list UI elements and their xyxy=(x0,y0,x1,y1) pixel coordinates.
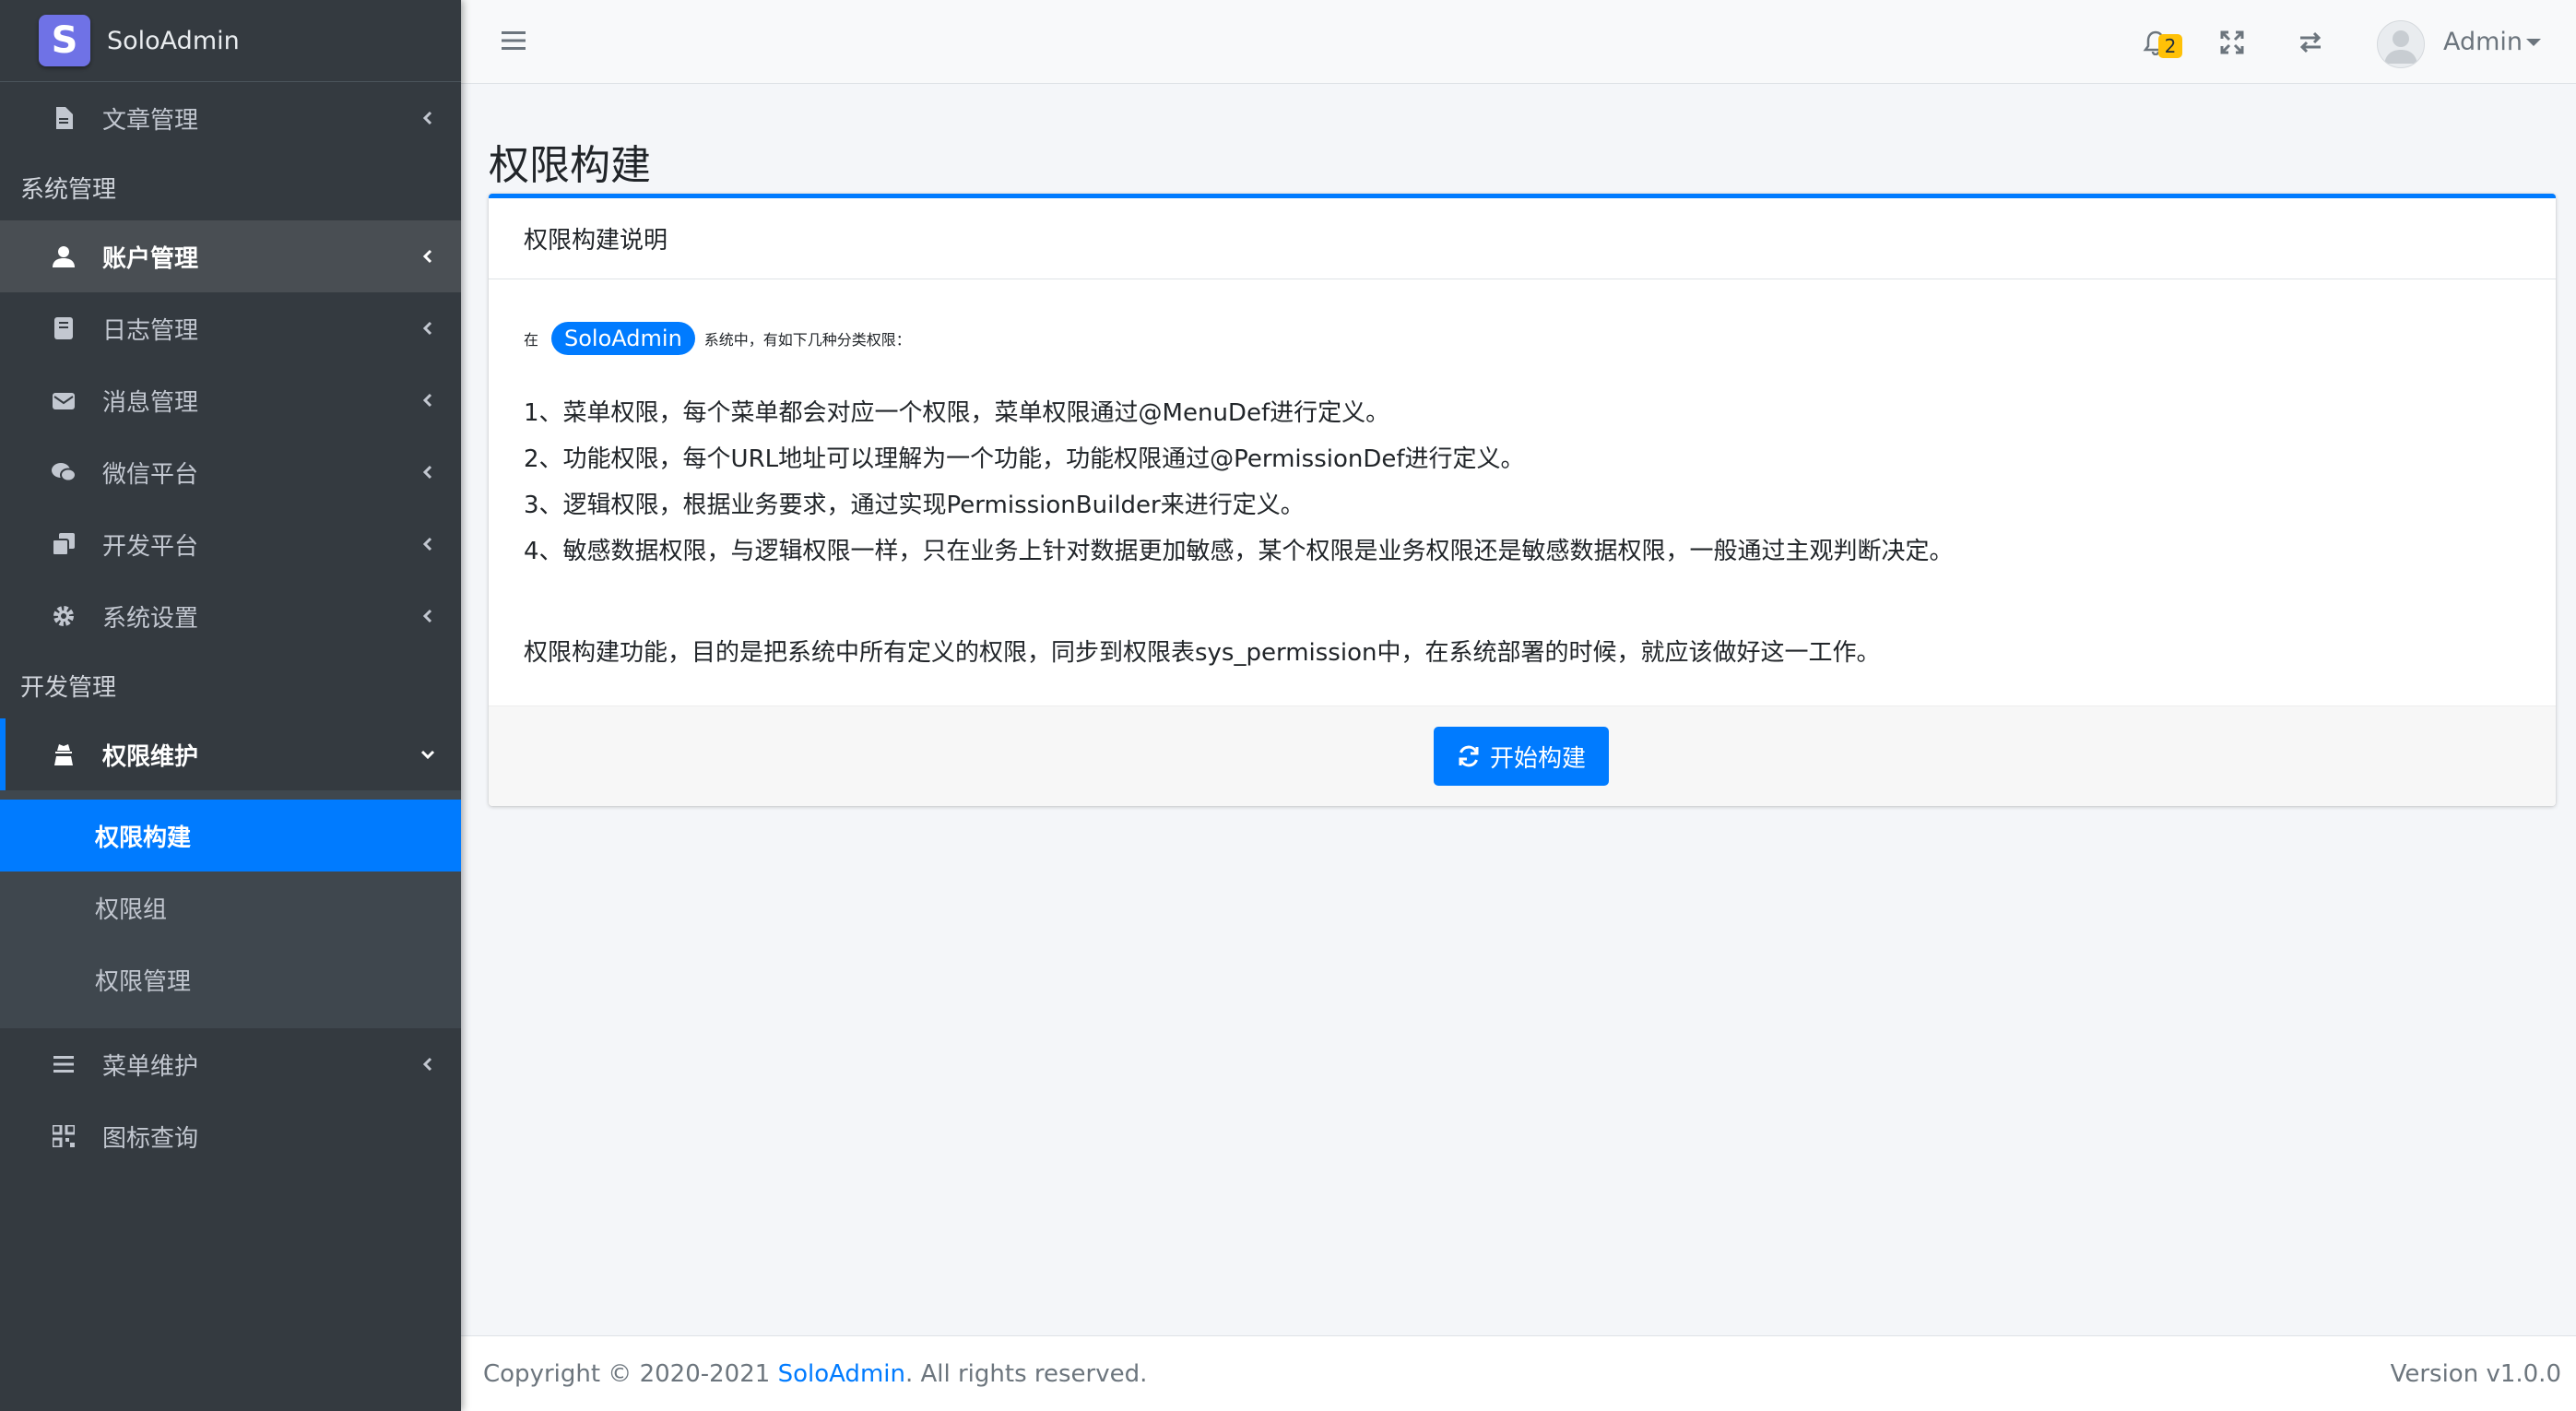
permission-build-card: 权限构建说明 在 SoloAdmin 系统中，有如下几种分类权限： 1、菜单权限… xyxy=(489,194,2556,806)
sidebar: S SoloAdmin 文章管理 系统管理 账户管理 日志管理 消息管理 微信平… xyxy=(0,0,461,1411)
chevron-down-icon xyxy=(420,750,435,760)
copyright-suffix: . All rights reserved. xyxy=(904,1360,1148,1388)
user-name: Admin xyxy=(2443,28,2523,56)
top-navbar xyxy=(461,0,2576,84)
sidebar-item-label: 账户管理 xyxy=(102,244,199,273)
brand-name: SoloAdmin xyxy=(107,26,240,55)
sidebar-item-account[interactable]: 账户管理 xyxy=(0,220,461,292)
sidebar-item-label: 微信平台 xyxy=(102,460,199,489)
intro-prefix: 在 xyxy=(524,331,539,349)
chevron-left-icon xyxy=(422,111,432,125)
sidebar-item-label: 消息管理 xyxy=(102,388,199,417)
sidebar-item-icon[interactable]: 图标查询 xyxy=(0,1100,461,1172)
exchange-icon[interactable] xyxy=(2298,30,2323,55)
mail-bulk-icon xyxy=(51,387,77,413)
sidebar-item-settings[interactable]: 系统设置 xyxy=(0,580,461,652)
rule-menu: 1、菜单权限，每个菜单都会对应一个权限，菜单权限通过@MenuDef进行定义。 xyxy=(524,399,1390,427)
notification-badge: 2 xyxy=(2158,34,2182,58)
rule-function: 2、功能权限，每个URL地址可以理解为一个功能，功能权限通过@Permissio… xyxy=(524,445,1525,473)
page-title: 权限构建 xyxy=(489,142,651,190)
sidebar-item-permission[interactable]: 权限维护 xyxy=(0,718,461,790)
book-icon xyxy=(51,315,77,341)
sidebar-item-menu[interactable]: 菜单维护 xyxy=(0,1028,461,1100)
page-footer: Copyright © 2020-2021 SoloAdmin. All rig… xyxy=(461,1335,2576,1411)
card-title: 权限构建说明 xyxy=(489,198,2556,279)
caret-down-icon xyxy=(2526,39,2541,46)
sidebar-subitem-manage[interactable]: 权限管理 xyxy=(0,943,461,1015)
sidebar-subitem-build[interactable]: 权限构建 xyxy=(0,800,461,872)
gear-icon xyxy=(51,603,77,629)
active-indicator xyxy=(0,718,6,790)
sidebar-subitem-group[interactable]: 权限组 xyxy=(0,872,461,943)
chevron-left-icon xyxy=(422,321,432,336)
sidebar-item-wechat[interactable]: 微信平台 xyxy=(0,436,461,508)
sidebar-item-log[interactable]: 日志管理 xyxy=(0,292,461,364)
sidebar-item-message[interactable]: 消息管理 xyxy=(0,364,461,436)
chevron-left-icon xyxy=(422,537,432,551)
brand[interactable]: S SoloAdmin xyxy=(0,0,461,82)
sidebar-item-label: 系统设置 xyxy=(102,604,199,633)
copyright-link[interactable]: SoloAdmin xyxy=(778,1360,905,1388)
start-build-label: 开始构建 xyxy=(1489,744,1586,773)
user-secret-icon xyxy=(51,741,77,767)
clone-icon xyxy=(51,531,77,557)
chevron-left-icon xyxy=(422,465,432,480)
chevron-left-icon xyxy=(422,393,432,408)
permission-subnav: 权限构建 权限组 权限管理 xyxy=(0,790,461,1028)
rule-sensitive: 4、敏感数据权限，与逻辑权限一样，只在业务上针对数据更加敏感，某个权限是业务权限… xyxy=(524,538,1954,565)
intro-suffix: 系统中，有如下几种分类权限： xyxy=(703,331,911,349)
wechat-icon xyxy=(51,459,77,485)
chevron-left-icon xyxy=(422,609,432,623)
rule-logic: 3、逻辑权限，根据业务要求，通过实现PermissionBuilder来进行定义… xyxy=(524,492,1305,519)
chevron-left-icon xyxy=(422,1057,432,1072)
chevron-left-icon xyxy=(422,249,432,264)
summary-text: 权限构建功能，目的是把系统中所有定义的权限，同步到权限表sys_permissi… xyxy=(524,639,1881,667)
card-footer: 开始构建 xyxy=(489,706,2556,806)
copyright-prefix: Copyright © 2020-2021 xyxy=(483,1360,771,1388)
nav-header-dev: 开发管理 xyxy=(20,673,117,702)
avatar xyxy=(2377,20,2425,68)
sidebar-item-label: 图标查询 xyxy=(102,1124,199,1153)
brand-logo: S xyxy=(39,15,90,66)
soloadmin-badge: SoloAdmin xyxy=(551,322,695,355)
start-build-button[interactable]: 开始构建 xyxy=(1434,727,1609,786)
sidebar-item-label: 菜单维护 xyxy=(102,1052,199,1081)
copyright: Copyright © 2020-2021 SoloAdmin. All rig… xyxy=(483,1360,1147,1388)
sidebar-item-label: 文章管理 xyxy=(102,106,199,135)
sidebar-item-article[interactable]: 文章管理 xyxy=(0,82,461,154)
nav-header-system: 系统管理 xyxy=(20,175,117,204)
sidebar-item-label: 日志管理 xyxy=(102,316,199,345)
file-icon xyxy=(51,105,77,131)
sidebar-item-label: 权限维护 xyxy=(102,742,199,771)
qrcode-icon xyxy=(51,1123,77,1149)
fullscreen-icon[interactable] xyxy=(2219,30,2245,55)
bars-icon xyxy=(51,1051,77,1077)
hamburger-menu-icon[interactable] xyxy=(502,30,526,52)
sync-icon xyxy=(1459,745,1479,767)
sidebar-item-devplatform[interactable]: 开发平台 xyxy=(0,508,461,580)
version: Version v1.0.0 xyxy=(2390,1360,2561,1388)
intro-line: 在 SoloAdmin 系统中，有如下几种分类权限： xyxy=(524,322,911,355)
sidebar-item-label: 开发平台 xyxy=(102,532,199,561)
user-icon xyxy=(51,243,77,269)
